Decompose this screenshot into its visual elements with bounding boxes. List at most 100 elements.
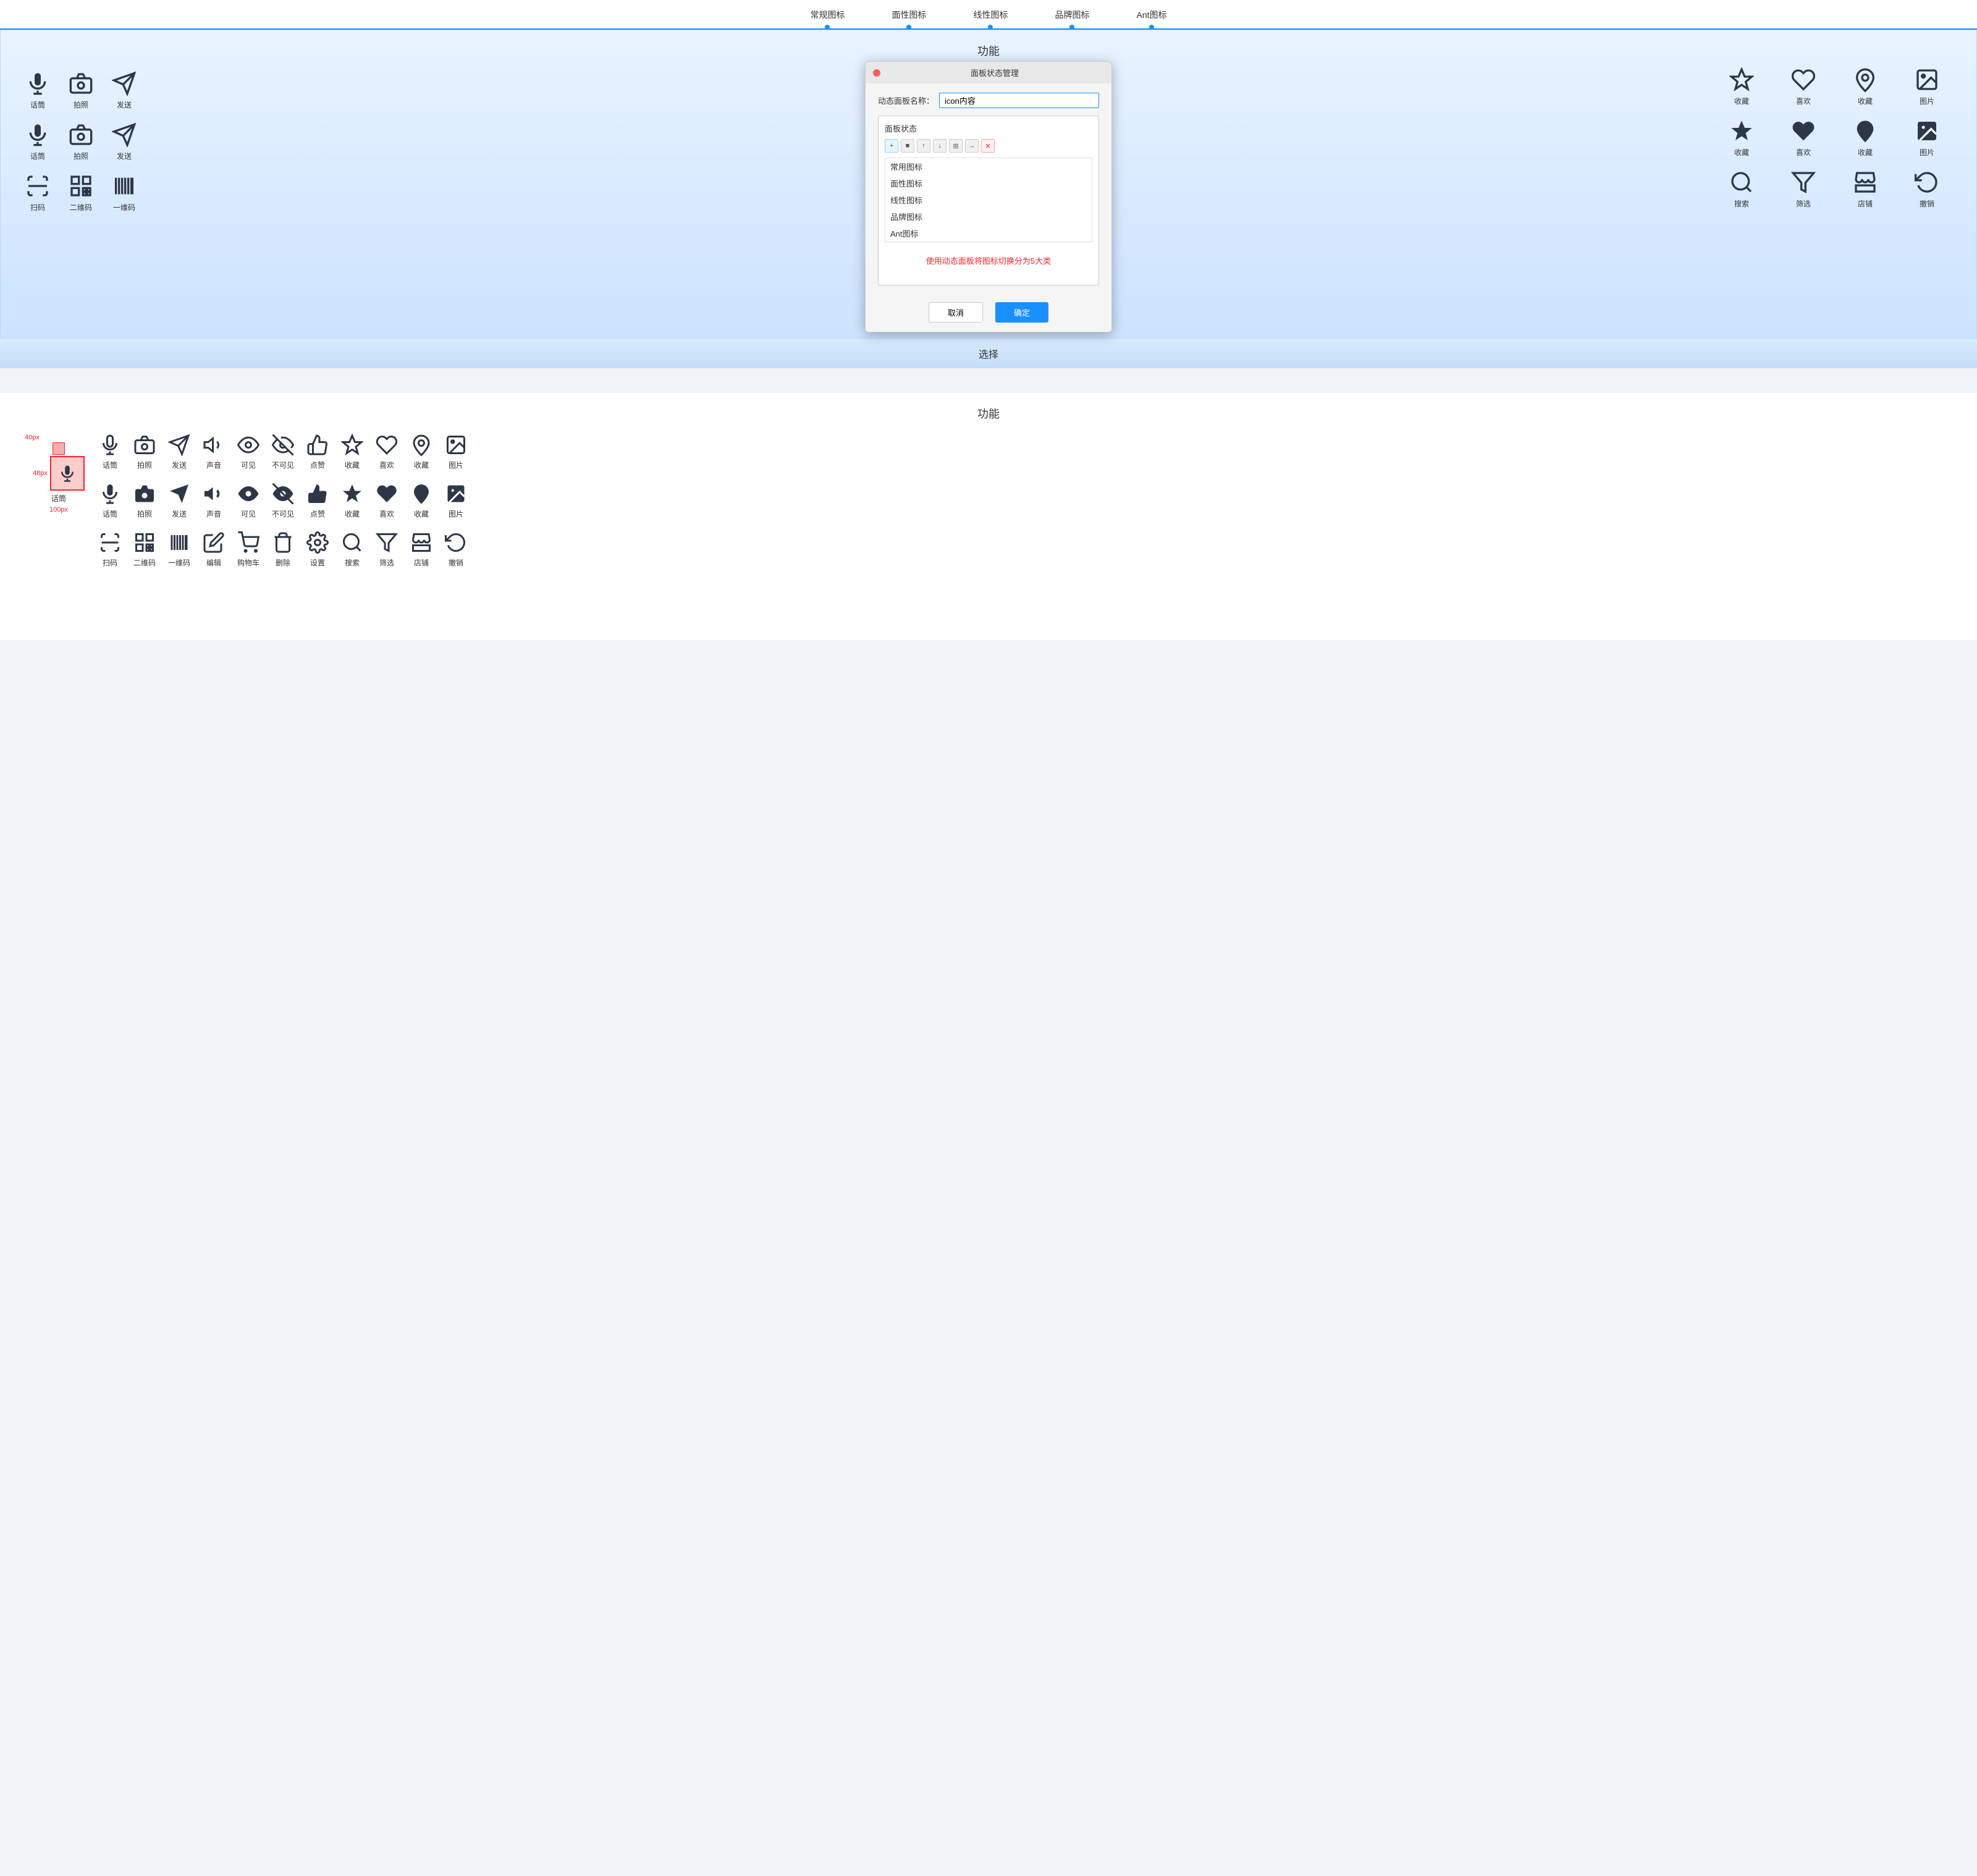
b-location-2: 收藏: [410, 483, 432, 519]
b-eyeoff-2: 不可见: [272, 483, 294, 519]
toolbar-down[interactable]: ↓: [933, 139, 946, 153]
b-barcode: 一维码: [168, 531, 190, 568]
tab-face[interactable]: 面性图标: [887, 6, 931, 23]
b-sound-1: 声音: [203, 434, 225, 470]
icon-qrcode: 二维码: [69, 174, 93, 213]
cancel-button[interactable]: 取消: [929, 302, 983, 323]
b-eyeoff-1: 不可见: [272, 434, 294, 470]
icon-image-2: 图片: [1902, 119, 1952, 158]
b-edit: 编辑: [203, 531, 225, 568]
b-cart: 购物车: [237, 531, 259, 568]
tab-ant[interactable]: Ant图标: [1131, 6, 1171, 23]
b-send-1: 发送: [168, 434, 190, 470]
bottom-row-3: 扫码 二维码 一维码 编辑 购物车: [99, 531, 1952, 568]
modal-overlay: 面板状态管理 动态面板名称： 面板状态 + ■ ↑ ↓ ⊞ → ✕: [865, 61, 1112, 332]
icon-heart-2: 喜欢: [1779, 119, 1828, 158]
icon-camera-2: 拍照: [69, 122, 93, 161]
measure-48px-label: 48px: [33, 470, 48, 477]
b-search: 搜索: [341, 531, 363, 568]
tab-regular[interactable]: 常规图标: [805, 6, 849, 23]
icon-search-top: 搜索: [1717, 170, 1766, 209]
modal-titlebar: 面板状态管理: [866, 62, 1111, 83]
toolbar-up[interactable]: ↑: [917, 139, 930, 153]
b-location-1: 收藏: [410, 434, 432, 470]
icon-send-1: 发送: [112, 71, 137, 110]
b-image-1: 图片: [445, 434, 467, 470]
toolbar-merge[interactable]: ⊞: [949, 139, 963, 153]
modal-body: 动态面板名称： 面板状态 + ■ ↑ ↓ ⊞ → ✕ 常用图标: [866, 83, 1111, 295]
measure-100px-label: 100px: [49, 506, 68, 513]
tab-line[interactable]: 线性图标: [968, 6, 1013, 23]
b-undo: 撤销: [445, 531, 467, 568]
b-camera-2: 拍照: [133, 483, 156, 519]
b-settings: 设置: [306, 531, 329, 568]
panel-state-section: 面板状态 + ■ ↑ ↓ ⊞ → ✕ 常用图标 面性图标 线性图标 品: [878, 116, 1099, 285]
icon-scan: 扫码: [25, 174, 50, 213]
icon-location-1: 收藏: [1840, 67, 1890, 106]
measure-box-top: [53, 442, 65, 455]
state-item-2[interactable]: 线性图标: [885, 192, 1092, 208]
tab-bar: 常规图标 面性图标 线性图标 品牌图标 Ant图标: [0, 0, 1977, 30]
icon-image-1: 图片: [1902, 67, 1952, 106]
bottom-row-1: 话筒 拍照 发送 声音 可见: [99, 434, 1952, 470]
modal-hint: 使用动态面板将图标切换分为5大类: [885, 242, 1092, 279]
toolbar-move[interactable]: →: [965, 139, 979, 153]
modal-title: 面板状态管理: [885, 67, 1104, 78]
confirm-button[interactable]: 确定: [995, 302, 1048, 323]
icon-shop-top: 店铺: [1840, 170, 1890, 209]
bottom-section-title: 功能: [25, 405, 1952, 421]
bottom-row-2: 话筒 拍照 发送 声音 可见: [99, 483, 1952, 519]
bottom-icons-container: 话筒 拍照 发送 声音 可见: [99, 434, 1952, 568]
panel-state-modal: 面板状态管理 动态面板名称： 面板状态 + ■ ↑ ↓ ⊞ → ✕: [865, 61, 1112, 332]
b-filter: 筛选: [376, 531, 398, 568]
top-section: 功能 话筒 拍照 发送 话筒 拍照: [0, 30, 1977, 339]
icon-heart-1: 喜欢: [1779, 67, 1828, 106]
icon-star-2: 收藏: [1717, 119, 1766, 158]
b-camera-1: 拍照: [133, 434, 156, 470]
b-image-2: 图片: [445, 483, 467, 519]
bottom-section: 功能 40px 48px 话筒 100px: [0, 393, 1977, 640]
b-send-2: 发送: [168, 483, 190, 519]
b-eye-1: 可见: [237, 434, 259, 470]
b-heart-2: 喜欢: [376, 483, 398, 519]
modal-footer: 取消 确定: [866, 295, 1111, 332]
state-item-4[interactable]: Ant图标: [885, 225, 1092, 242]
b-sound-2: 声音: [203, 483, 225, 519]
b-eye-2: 可见: [237, 483, 259, 519]
toolbar-copy[interactable]: ■: [901, 139, 914, 153]
b-heart-1: 喜欢: [376, 434, 398, 470]
state-item-3[interactable]: 品牌图标: [885, 208, 1092, 225]
icon-undo-top: 撤销: [1902, 170, 1952, 209]
toolbar-delete[interactable]: ✕: [981, 139, 995, 153]
modal-close-button[interactable]: [873, 69, 880, 77]
b-scan: 扫码: [99, 531, 121, 568]
b-star-1: 收藏: [341, 434, 363, 470]
measure-box-label: 话筒: [51, 493, 66, 504]
b-mic-2: 话筒: [99, 483, 121, 519]
modal-name-label: 动态面板名称：: [878, 95, 934, 106]
icon-location-2: 收藏: [1840, 119, 1890, 158]
icon-mic-2: 话筒: [25, 122, 50, 161]
b-delete: 删除: [272, 531, 294, 568]
select-bar: 选择: [0, 339, 1977, 368]
right-icons-top: 收藏 喜欢 收藏 图片 收藏 喜欢 收藏 图片: [1717, 67, 1952, 209]
icon-star-1: 收藏: [1717, 67, 1766, 106]
panel-state-label: 面板状态: [885, 122, 1092, 134]
tab-brand[interactable]: 品牌图标: [1050, 6, 1094, 23]
b-thumbup-2: 点赞: [306, 483, 329, 519]
icon-filter-top: 筛选: [1779, 170, 1828, 209]
top-section-title: 功能: [25, 43, 1952, 59]
state-item-0[interactable]: 常用图标: [885, 158, 1092, 175]
b-mic-1: 话筒: [99, 434, 121, 470]
modal-name-input[interactable]: [939, 93, 1099, 108]
b-thumbup-1: 点赞: [306, 434, 329, 470]
modal-toolbar: + ■ ↑ ↓ ⊞ → ✕: [885, 139, 1092, 153]
toolbar-add[interactable]: +: [885, 139, 898, 153]
b-qrcode: 二维码: [133, 531, 156, 568]
icon-send-2: 发送: [112, 122, 137, 161]
modal-name-row: 动态面板名称：: [878, 93, 1099, 108]
icon-camera-1: 拍照: [69, 71, 93, 110]
b-star-2: 收藏: [341, 483, 363, 519]
state-item-1[interactable]: 面性图标: [885, 175, 1092, 192]
measure-40px-top: 40px: [25, 434, 40, 441]
